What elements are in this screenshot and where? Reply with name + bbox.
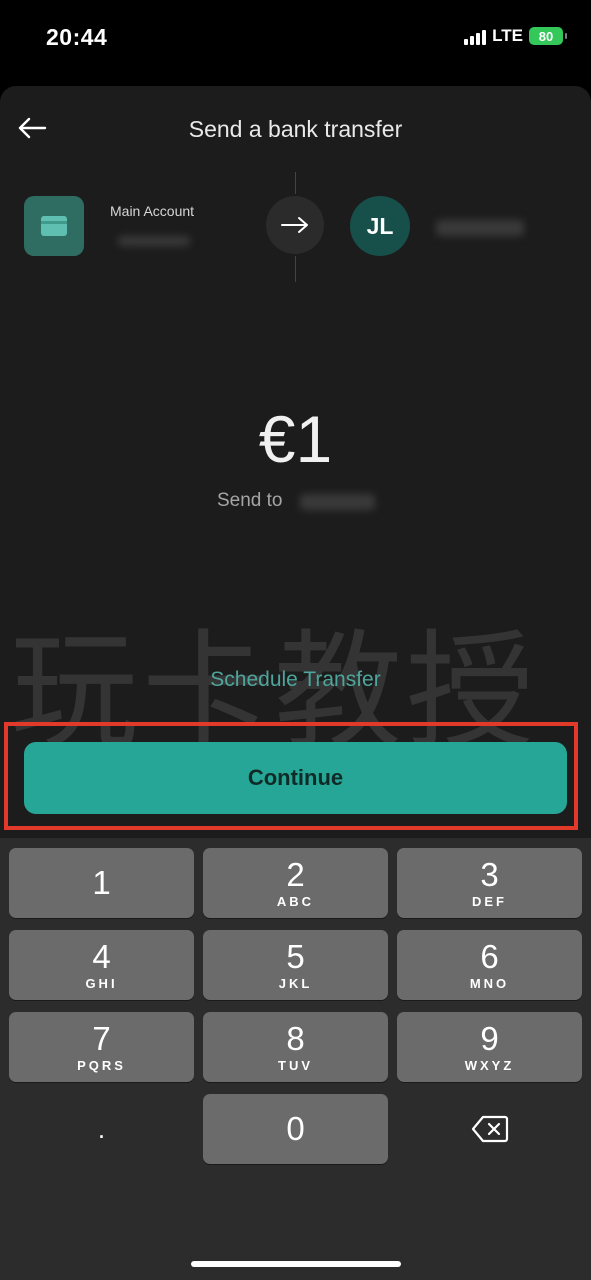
continue-button[interactable]: Continue <box>24 742 567 814</box>
key-letters: JKL <box>278 975 313 991</box>
key-number: 8 <box>286 1019 305 1057</box>
recipient-name-redacted <box>436 220 524 236</box>
key-letters: GHI <box>85 975 118 991</box>
status-time: 20:44 <box>46 24 108 50</box>
card-icon <box>41 216 67 236</box>
status-indicators: LTE 80 <box>464 26 567 46</box>
page-title: Send a bank transfer <box>188 116 403 142</box>
send-to-name-redacted <box>300 494 375 510</box>
key-7[interactable]: 7 PQRS <box>9 1012 194 1082</box>
key-2[interactable]: 2 ABC <box>203 848 388 918</box>
amount-display: €1 <box>258 402 333 476</box>
key-9[interactable]: 9 WXYZ <box>397 1012 582 1082</box>
key-letters: TUV <box>278 1057 313 1073</box>
key-number: 4 <box>92 937 111 975</box>
key-number: 1 <box>92 864 111 901</box>
key-number: 9 <box>480 1019 499 1057</box>
key-letters: ABC <box>276 893 315 909</box>
backspace-icon <box>471 1115 508 1143</box>
transfer-direction <box>266 196 324 254</box>
signal-icon <box>464 27 487 45</box>
key-5[interactable]: 5 JKL <box>203 930 388 1000</box>
recipient-avatar: JL <box>350 196 410 256</box>
key-number: 3 <box>480 855 499 893</box>
key-number: 2 <box>286 855 305 893</box>
key-number: . <box>97 1114 106 1144</box>
divider-bottom <box>295 256 296 282</box>
divider-top <box>295 172 296 194</box>
arrow-right-icon <box>281 217 308 233</box>
key-number: 0 <box>286 1110 305 1147</box>
from-account-label: Main Account <box>110 203 195 219</box>
key-letters: PQRS <box>77 1057 126 1073</box>
schedule-transfer-link[interactable]: Schedule Transfer <box>0 668 591 692</box>
battery-icon: 80 <box>529 27 567 45</box>
key-number: 5 <box>286 937 305 975</box>
key-1[interactable]: 1 <box>9 848 194 918</box>
key-number: 7 <box>92 1019 111 1057</box>
network-label: LTE <box>492 26 523 45</box>
key-4[interactable]: 4 GHI <box>9 930 194 1000</box>
key-8[interactable]: 8 TUV <box>203 1012 388 1082</box>
status-bar: 20:44 LTE 80 <box>0 0 591 80</box>
key-0[interactable]: 0 <box>203 1094 388 1164</box>
battery-level: 80 <box>538 28 554 44</box>
send-to-label: Send to <box>217 490 283 511</box>
key-number: 6 <box>480 937 499 975</box>
key-letters: DEF <box>472 893 507 909</box>
key-decimal[interactable]: . <box>9 1094 194 1164</box>
key-letters: MNO <box>469 975 510 991</box>
home-indicator[interactable] <box>191 1261 401 1267</box>
key-6[interactable]: 6 MNO <box>397 930 582 1000</box>
key-letters: WXYZ <box>464 1057 515 1073</box>
numeric-keypad: 1 2 ABC 3 DEF 4 GHI 5 JKL 6 MNO 7 PQRS 8… <box>0 838 591 1280</box>
account-icon <box>24 196 84 256</box>
delete-key[interactable] <box>397 1094 582 1164</box>
key-3[interactable]: 3 DEF <box>397 848 582 918</box>
from-account-number-redacted <box>118 236 190 246</box>
